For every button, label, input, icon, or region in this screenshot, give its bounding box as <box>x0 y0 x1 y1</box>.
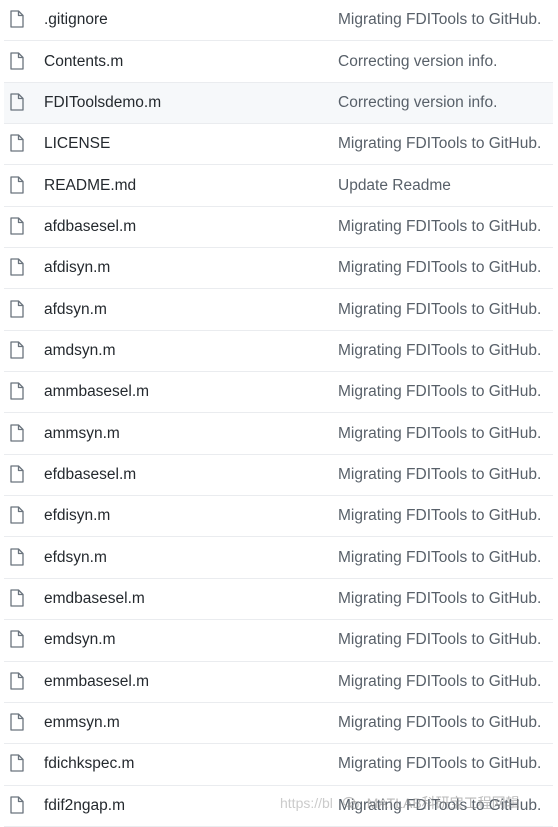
commit-message-link[interactable]: Migrating FDITools to GitHub. <box>338 383 541 401</box>
file-name-link[interactable]: emmsyn.m <box>44 714 120 732</box>
file-name-link[interactable]: afdisyn.m <box>44 259 110 277</box>
file-name-link[interactable]: emdsyn.m <box>44 631 116 649</box>
file-row[interactable]: README.md Update Readme <box>4 165 553 207</box>
file-name-link[interactable]: amdsyn.m <box>44 342 116 360</box>
file-icon <box>10 547 26 568</box>
file-icon <box>10 299 26 320</box>
commit-message-link[interactable]: Migrating FDITools to GitHub. <box>338 507 541 525</box>
file-row[interactable]: afdisyn.m Migrating FDITools to GitHub. <box>4 248 553 290</box>
file-icon <box>10 630 26 650</box>
file-row[interactable]: ammbasesel.m Migrating FDITools to GitHub… <box>4 372 553 414</box>
commit-message-link[interactable]: Migrating FDITools to GitHub. <box>338 714 541 732</box>
commit-message-link[interactable]: Correcting version info. <box>338 94 497 112</box>
file-name-link[interactable]: afdsyn.m <box>44 301 107 319</box>
commit-message-link[interactable]: Migrating FDITools to GitHub. <box>338 135 541 153</box>
file-name-link[interactable]: efdbasesel.m <box>44 466 136 484</box>
commit-message-link[interactable]: Migrating FDITools to GitHub. <box>338 590 541 608</box>
file-name-link[interactable]: efdsyn.m <box>44 549 107 567</box>
file-icon <box>10 134 26 154</box>
file-name-link[interactable]: FDIToolsdemo.m <box>44 94 161 112</box>
file-name-link[interactable]: ammsyn.m <box>44 425 120 443</box>
file-row[interactable]: emmsyn.m Migrating FDITools to GitHub. <box>4 703 553 745</box>
file-icon <box>10 382 26 402</box>
commit-message-link[interactable]: Migrating FDITools to GitHub. <box>338 797 541 815</box>
file-name-link[interactable]: Contents.m <box>44 53 123 71</box>
file-row[interactable]: ammsyn.m Migrating FDITools to GitHub. <box>4 413 553 455</box>
file-row[interactable]: emdbasesel.m Migrating FDITools to GitHub… <box>4 579 553 621</box>
commit-message-link[interactable]: Migrating FDITools to GitHub. <box>338 549 541 567</box>
file-icon <box>10 589 26 609</box>
file-icon <box>10 51 26 72</box>
file-icon <box>10 754 26 774</box>
file-name-link[interactable]: LICENSE <box>44 135 110 153</box>
file-name-link[interactable]: README.md <box>44 177 136 195</box>
file-icon <box>10 10 26 30</box>
file-row[interactable]: Contents.m Correcting version info. <box>4 41 553 83</box>
file-icon <box>10 796 26 816</box>
file-name-link[interactable]: efdisyn.m <box>44 507 110 525</box>
file-icon <box>10 175 26 196</box>
file-icon <box>10 217 26 237</box>
file-row[interactable]: efdsyn.m Migrating FDITools to GitHub. <box>4 537 553 579</box>
file-row[interactable]: fdichkspec.m Migrating FDITools to GitHub… <box>4 744 553 786</box>
file-row[interactable]: efdisyn.m Migrating FDITools to GitHub. <box>4 496 553 538</box>
file-row[interactable]: fdif2ngap.m Migrating FDITools to GitHub. <box>4 786 553 827</box>
file-name-link[interactable]: emdbasesel.m <box>44 590 145 608</box>
file-row[interactable]: afdbasesel.m Migrating FDITools to GitHub… <box>4 207 553 249</box>
file-name-link[interactable]: afdbasesel.m <box>44 218 136 236</box>
file-name-link[interactable]: fdichkspec.m <box>44 755 134 773</box>
file-row[interactable]: emdsyn.m Migrating FDITools to GitHub. <box>4 620 553 662</box>
commit-message-link[interactable]: Migrating FDITools to GitHub. <box>338 11 541 29</box>
commit-message-link[interactable]: Migrating FDITools to GitHub. <box>338 673 541 691</box>
file-icon <box>10 258 26 278</box>
file-row[interactable]: FDIToolsdemo.m Correcting version info. <box>4 82 553 125</box>
file-icon <box>10 672 26 692</box>
file-name-link[interactable]: emmbasesel.m <box>44 673 149 691</box>
file-icon <box>10 341 26 361</box>
file-row[interactable]: afdsyn.m Migrating FDITools to GitHub. <box>4 289 553 331</box>
file-name-link[interactable]: .gitignore <box>44 11 108 29</box>
commit-message-link[interactable]: Correcting version info. <box>338 53 497 71</box>
file-icon <box>10 423 26 444</box>
file-row[interactable]: LICENSE Migrating FDITools to GitHub. <box>4 124 553 166</box>
file-list: .gitignore Migrating FDITools to GitHub. C… <box>0 0 558 827</box>
file-icon <box>10 713 26 733</box>
file-row[interactable]: .gitignore Migrating FDITools to GitHub. <box>4 0 553 42</box>
commit-message-link[interactable]: Migrating FDITools to GitHub. <box>338 218 541 236</box>
commit-message-link[interactable]: Migrating FDITools to GitHub. <box>338 259 541 277</box>
file-name-link[interactable]: ammbasesel.m <box>44 383 149 401</box>
commit-message-link[interactable]: Migrating FDITools to GitHub. <box>338 342 541 360</box>
commit-message-link[interactable]: Migrating FDITools to GitHub. <box>338 631 541 649</box>
file-icon <box>10 93 26 113</box>
file-row[interactable]: emmbasesel.m Migrating FDITools to GitHub… <box>4 662 553 703</box>
file-icon <box>10 465 26 485</box>
commit-message-link[interactable]: Migrating FDITools to GitHub. <box>338 425 541 443</box>
commit-message-link[interactable]: Update Readme <box>338 177 451 195</box>
commit-message-link[interactable]: Migrating FDITools to GitHub. <box>338 466 541 484</box>
file-row[interactable]: efdbasesel.m Migrating FDITools to GitHub… <box>4 455 553 497</box>
commit-message-link[interactable]: Migrating FDITools to GitHub. <box>338 755 541 773</box>
file-name-link[interactable]: fdif2ngap.m <box>44 797 125 815</box>
file-icon <box>10 506 26 526</box>
commit-message-link[interactable]: Migrating FDITools to GitHub. <box>338 301 541 319</box>
file-row[interactable]: amdsyn.m Migrating FDITools to GitHub. <box>4 331 553 373</box>
